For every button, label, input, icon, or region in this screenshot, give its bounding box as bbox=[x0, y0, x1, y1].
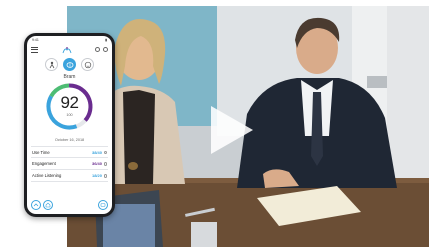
user-name: Bram bbox=[63, 74, 76, 80]
help-icon[interactable] bbox=[95, 47, 100, 52]
app-header bbox=[27, 44, 112, 55]
metric-row[interactable]: Use Time 38/40 bbox=[31, 146, 108, 158]
profile-icon[interactable] bbox=[103, 47, 108, 52]
score-value: 92 bbox=[60, 93, 79, 112]
metric-label: Active Listening bbox=[32, 173, 62, 178]
hamburger-icon[interactable] bbox=[31, 46, 38, 53]
video-frame[interactable] bbox=[67, 6, 429, 247]
face-icon bbox=[84, 61, 91, 68]
person-icon bbox=[49, 61, 54, 68]
score-max: 100 bbox=[66, 113, 73, 117]
metric-value-wrap: 18/20 bbox=[92, 173, 107, 178]
metric-label: Engagement bbox=[32, 161, 56, 166]
home-icon bbox=[45, 202, 51, 207]
metric-row[interactable]: Engagement 36/40 bbox=[31, 158, 108, 170]
phone-mockup: 9:41 ▮ Bram 92 100 October 16, 2018 Use … bbox=[24, 33, 115, 217]
mode-person-button[interactable] bbox=[45, 58, 58, 71]
metric-label: Use Time bbox=[32, 149, 50, 155]
info-icon[interactable] bbox=[103, 150, 107, 155]
bottom-bar bbox=[31, 199, 108, 210]
info-icon[interactable] bbox=[103, 162, 107, 166]
scroll-up-button[interactable] bbox=[31, 199, 41, 210]
chat-button[interactable] bbox=[98, 199, 108, 210]
play-icon bbox=[211, 106, 253, 154]
phone-screen: 9:41 ▮ Bram 92 100 October 16, 2018 Use … bbox=[27, 36, 112, 214]
battery-icon: ▮ bbox=[105, 37, 107, 42]
status-bar: 9:41 ▮ bbox=[27, 36, 112, 43]
metric-value-wrap: 38/40 bbox=[92, 150, 107, 155]
metric-value-wrap: 36/40 bbox=[92, 161, 107, 166]
report-date: October 16, 2018 bbox=[54, 138, 85, 142]
metric-value: 38/40 bbox=[91, 149, 102, 155]
mode-face-button[interactable] bbox=[81, 58, 94, 71]
metrics-list: Use Time 38/40 Engagement 36/40 Active Liste… bbox=[31, 146, 108, 182]
mode-selector bbox=[27, 58, 112, 71]
app-logo-icon bbox=[62, 46, 71, 53]
metric-value: 18/20 bbox=[91, 173, 102, 178]
video-thumbnail: 9:41 ▮ Bram 92 100 October 16, 2018 Use … bbox=[0, 0, 436, 247]
metric-value: 36/40 bbox=[91, 161, 102, 166]
chevron-up-icon bbox=[33, 202, 39, 206]
chat-icon bbox=[100, 202, 106, 207]
brain-icon bbox=[66, 61, 73, 68]
home-button[interactable] bbox=[43, 199, 53, 210]
info-icon[interactable] bbox=[103, 174, 107, 178]
mode-brain-button[interactable] bbox=[63, 58, 76, 71]
metric-row[interactable]: Active Listening 18/20 bbox=[31, 170, 108, 182]
status-time: 9:41 bbox=[32, 37, 39, 42]
play-button[interactable] bbox=[195, 98, 259, 162]
